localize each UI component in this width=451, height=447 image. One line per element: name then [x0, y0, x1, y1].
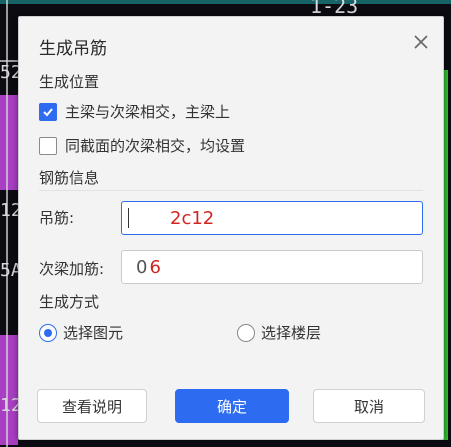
extra-rebar-input[interactable]: 0 6: [121, 250, 423, 284]
option-main-beam-label: 主梁与次梁相交，主梁上: [65, 103, 231, 121]
checkbox-same-section[interactable]: [39, 136, 57, 155]
divider: [39, 190, 423, 191]
check-icon: [43, 107, 53, 116]
radio-dot: [44, 328, 52, 337]
extra-rebar-value: 6: [149, 256, 161, 278]
radio-select-element[interactable]: [39, 323, 57, 342]
cancel-button[interactable]: 取消: [313, 389, 425, 423]
help-button[interactable]: 查看说明: [37, 389, 147, 423]
generate-hanger-dialog: 生成吊筋 生成位置 主梁与次梁相交，主梁上 同截面的次梁相交，均设置 钢筋信息 …: [18, 16, 444, 440]
checkbox-main-beam[interactable]: [39, 102, 57, 121]
hanger-label: 吊筋:: [39, 209, 75, 227]
radio-select-floor[interactable]: [237, 323, 255, 342]
hanger-input[interactable]: 2c12: [121, 201, 423, 235]
close-icon: [414, 35, 428, 49]
method-select-element[interactable]: 选择图元: [39, 322, 123, 343]
close-button[interactable]: [411, 32, 431, 52]
cad-shape: [0, 95, 18, 190]
method-select-floor-label: 选择楼层: [261, 324, 322, 342]
option-same-section-label: 同截面的次梁相交，均设置: [65, 137, 246, 155]
cad-shape: [0, 335, 18, 445]
ok-button[interactable]: 确定: [175, 389, 289, 423]
section-position-title: 生成位置: [39, 73, 100, 91]
method-select-element-label: 选择图元: [63, 324, 124, 342]
section-method-title: 生成方式: [39, 293, 100, 311]
text-caret: [128, 208, 129, 228]
section-rebar-info-title: 钢筋信息: [39, 169, 100, 187]
cad-shape: [0, 0, 451, 4]
hanger-value: 2c12: [170, 207, 215, 229]
method-select-floor[interactable]: 选择楼层: [237, 322, 321, 343]
option-same-section[interactable]: 同截面的次梁相交，均设置: [39, 135, 245, 156]
dialog-title: 生成吊筋: [39, 39, 107, 59]
option-main-beam[interactable]: 主梁与次梁相交，主梁上: [39, 101, 230, 122]
extra-rebar-label: 次梁加筋:: [39, 260, 105, 278]
